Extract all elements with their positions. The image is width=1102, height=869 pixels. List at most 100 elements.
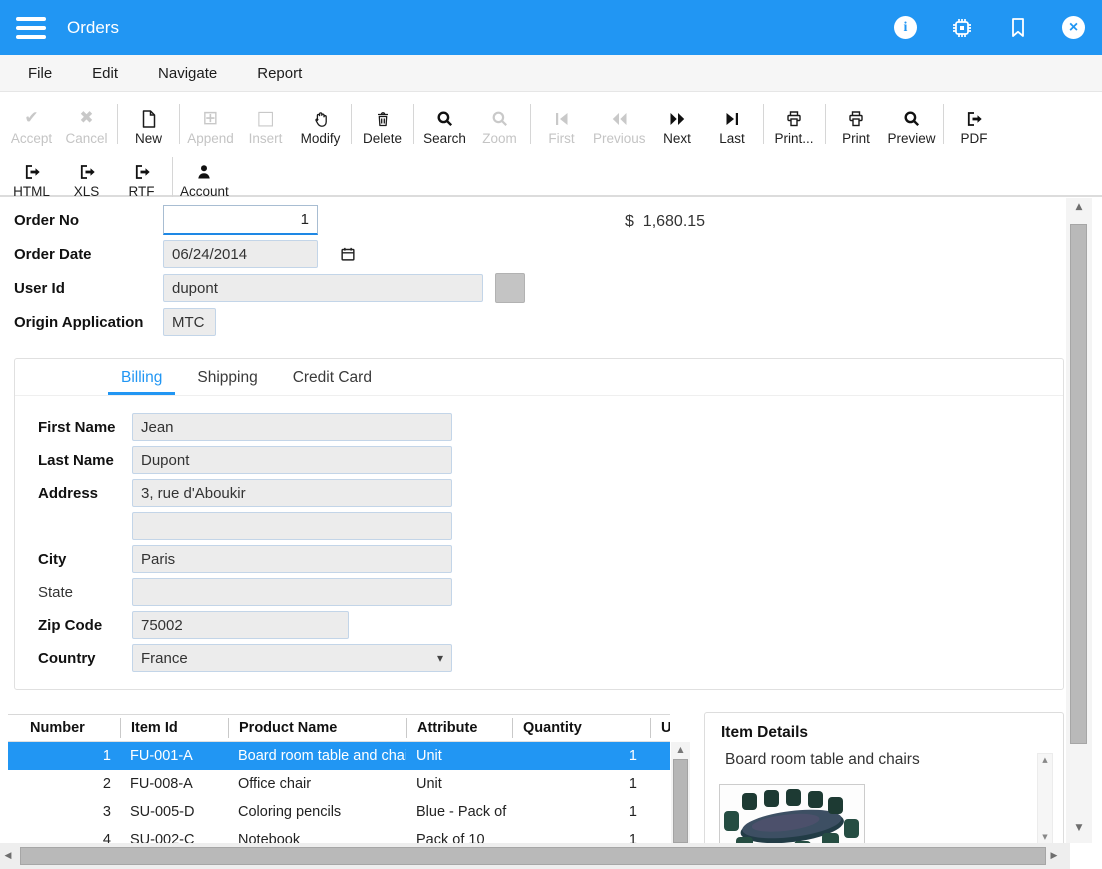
main-vertical-scrollbar[interactable]: ▲ ▼ (1066, 198, 1092, 843)
column-header-attribute[interactable]: Attribute (406, 718, 512, 738)
user-id-input[interactable] (163, 274, 483, 302)
insert-button[interactable]: □ Insert (238, 100, 293, 146)
address-input[interactable] (132, 479, 452, 507)
window-title: Orders (67, 18, 119, 38)
scroll-down-icon[interactable]: ▼ (1066, 819, 1092, 837)
print-button[interactable]: Print (829, 100, 884, 146)
preview-button[interactable]: Preview (884, 100, 940, 146)
tab-billing[interactable]: Billing (108, 369, 175, 395)
origin-application-input[interactable] (163, 308, 216, 336)
zip-code-label: Zip Code (38, 617, 132, 634)
export-icon (132, 161, 152, 182)
zip-code-input[interactable] (132, 611, 349, 639)
printer-icon (846, 108, 866, 129)
first-name-label: First Name (38, 419, 132, 436)
city-input[interactable] (132, 545, 452, 573)
order-date-input[interactable] (163, 240, 318, 268)
menu-report[interactable]: Report (257, 65, 302, 82)
country-select[interactable]: ▾ (132, 644, 452, 672)
first-name-input[interactable] (132, 413, 452, 441)
first-button[interactable]: First (534, 100, 589, 146)
last-name-label: Last Name (38, 452, 132, 469)
table-scrollbar-thumb[interactable] (673, 759, 688, 843)
html-export-button[interactable]: HTML (4, 153, 59, 199)
chip-icon[interactable] (950, 16, 974, 40)
hamburger-menu-icon[interactable] (16, 17, 46, 39)
user-lookup-button[interactable] (495, 273, 525, 303)
new-page-icon (139, 108, 159, 129)
export-icon (964, 108, 984, 129)
tab-shipping[interactable]: Shipping (184, 369, 270, 395)
billing-form: First Name Last Name Address City State … (15, 396, 1063, 672)
vertical-scrollbar-thumb[interactable] (1070, 224, 1087, 744)
address-tab-panel: Billing Shipping Credit Card First Name … (14, 358, 1064, 690)
main-horizontal-scrollbar[interactable]: ◀ ▶ (0, 843, 1070, 869)
table-row[interactable]: 4 SU-002-C Notebook Pack of 10 1 (8, 826, 670, 843)
order-no-input[interactable] (163, 205, 318, 235)
menu-file[interactable]: File (28, 65, 52, 82)
column-header-unit-price[interactable]: Unit Pr (650, 718, 670, 738)
address2-input[interactable] (132, 512, 452, 540)
cancel-button[interactable]: ✖ Cancel (59, 100, 114, 146)
modify-button[interactable]: Modify (293, 100, 348, 146)
toolbar-separator (530, 104, 531, 144)
scroll-left-icon[interactable]: ◀ (0, 851, 16, 861)
table-vertical-scrollbar[interactable]: ▲ (671, 742, 690, 843)
origin-application-label: Origin Application (14, 314, 163, 331)
xls-export-button[interactable]: XLS (59, 153, 114, 199)
titlebar: Orders i × (0, 0, 1102, 55)
bookmark-icon[interactable] (1007, 16, 1029, 40)
column-header-item-id[interactable]: Item Id (120, 718, 228, 738)
state-input[interactable] (132, 578, 452, 606)
pdf-export-button[interactable]: PDF (947, 100, 1002, 146)
plus-square-icon: ⊞ (203, 109, 219, 128)
new-button[interactable]: New (121, 100, 176, 146)
menu-edit[interactable]: Edit (92, 65, 118, 82)
next-button[interactable]: Next (650, 100, 705, 146)
zoom-button[interactable]: Zoom (472, 100, 527, 146)
magnifier-icon (435, 108, 455, 129)
delete-button[interactable]: Delete (355, 100, 410, 146)
append-button[interactable]: ⊞ Append (183, 100, 238, 146)
city-label: City (38, 551, 132, 568)
column-header-number[interactable]: Number (8, 718, 120, 738)
last-name-input[interactable] (132, 446, 452, 474)
table-row[interactable]: 3 SU-005-D Coloring pencils Blue - Pack … (8, 798, 670, 826)
print-dialog-button[interactable]: Print... (767, 100, 822, 146)
address-label: Address (38, 485, 132, 502)
table-row[interactable]: 1 FU-001-A Board room table and chairs U… (8, 742, 670, 770)
account-button[interactable]: Account (176, 153, 233, 199)
country-select-value[interactable] (132, 644, 452, 672)
horizontal-scrollbar-thumb[interactable] (20, 847, 1046, 865)
menu-navigate[interactable]: Navigate (158, 65, 217, 82)
calendar-icon[interactable] (339, 245, 357, 263)
item-details-scrollbar[interactable]: ▲ ▼ (1037, 753, 1053, 845)
last-button[interactable]: Last (705, 100, 760, 146)
table-header-row: Number Item Id Product Name Attribute Qu… (8, 715, 670, 742)
state-label: State (38, 584, 132, 601)
rtf-export-button[interactable]: RTF (114, 153, 169, 199)
scroll-up-icon[interactable]: ▲ (1038, 754, 1052, 767)
scroll-up-icon[interactable]: ▲ (1066, 198, 1092, 216)
order-items-table: Number Item Id Product Name Attribute Qu… (8, 714, 670, 843)
scroll-up-icon[interactable]: ▲ (671, 742, 690, 757)
printer-icon (784, 108, 804, 129)
accept-button[interactable]: ✔ Accept (4, 100, 59, 146)
toolbar-separator (763, 104, 764, 144)
tab-credit-card[interactable]: Credit Card (280, 369, 385, 395)
square-icon: □ (257, 109, 275, 128)
previous-button[interactable]: Previous (589, 100, 650, 146)
export-icon (22, 161, 42, 182)
toolbar-separator (172, 157, 173, 197)
column-header-product-name[interactable]: Product Name (228, 718, 406, 738)
item-details-product-name: Board room table and chairs (725, 751, 1063, 769)
close-icon[interactable]: × (1062, 16, 1085, 39)
column-header-quantity[interactable]: Quantity (512, 718, 650, 738)
order-total: $ 1,680.15 (625, 213, 705, 231)
table-row[interactable]: 2 FU-008-A Office chair Unit 1 (8, 770, 670, 798)
info-icon[interactable]: i (894, 16, 917, 39)
search-button[interactable]: Search (417, 100, 472, 146)
scroll-right-icon[interactable]: ▶ (1046, 851, 1062, 861)
order-header: $ 1,680.15 Order No Order Date User Id O… (14, 205, 1054, 341)
export-icon (77, 161, 97, 182)
